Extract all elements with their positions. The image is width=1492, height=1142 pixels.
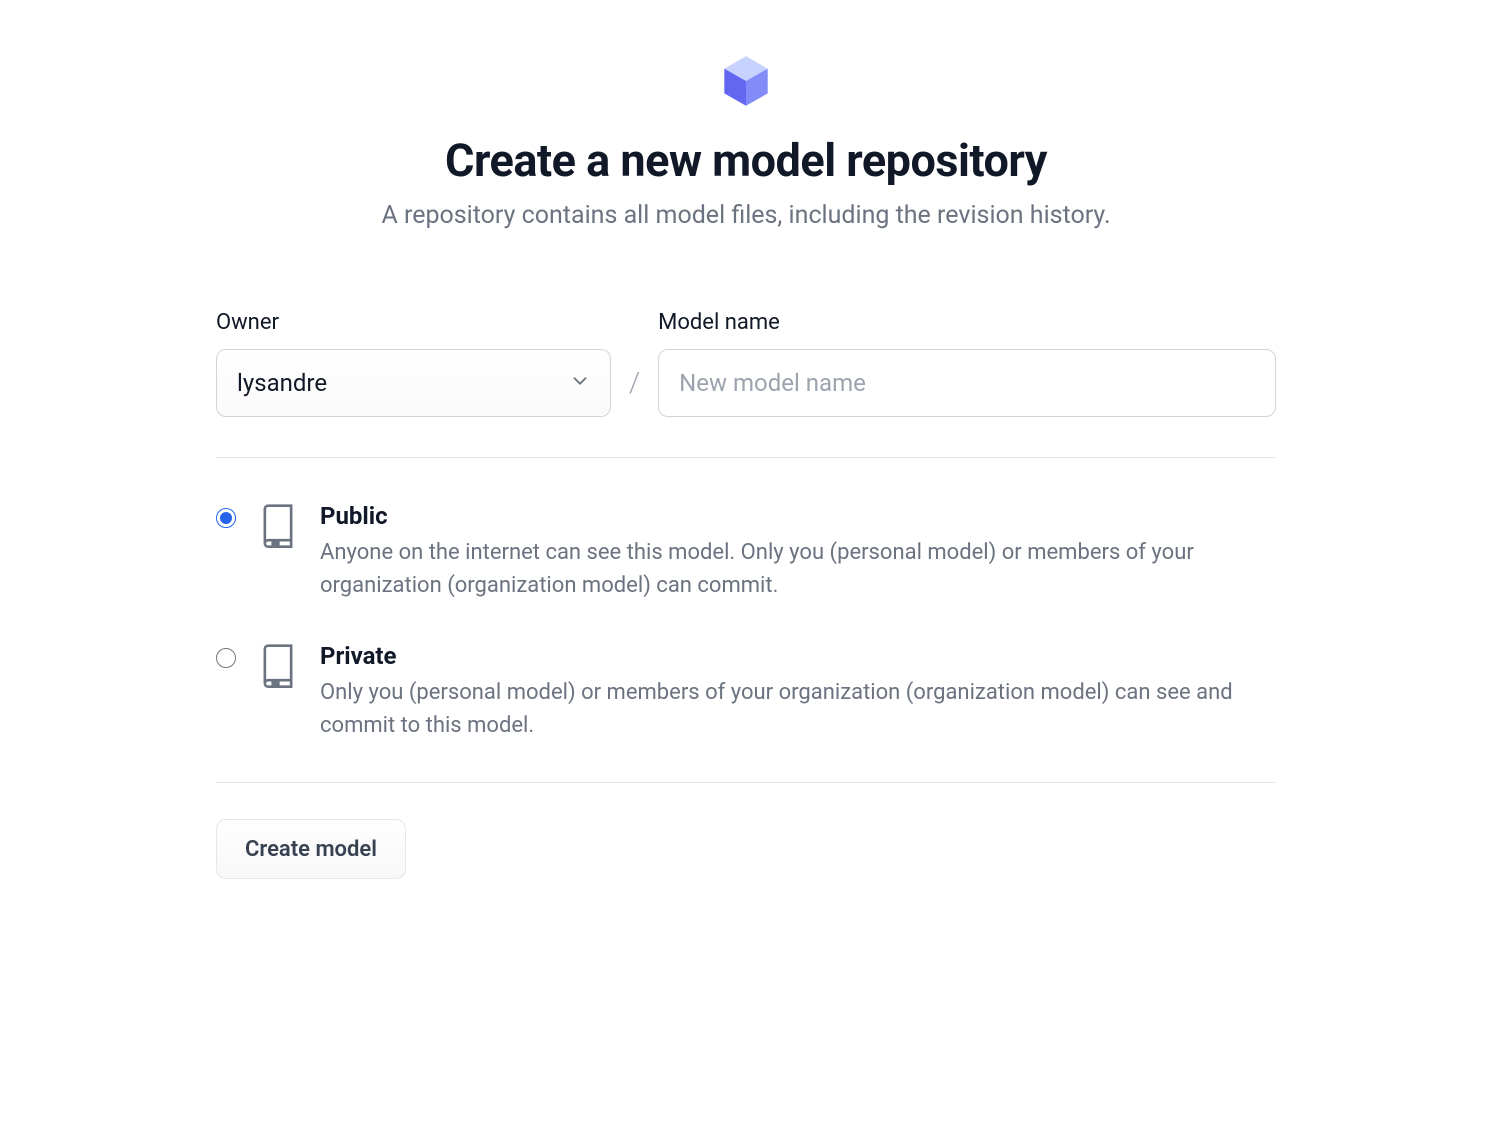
cube-icon bbox=[715, 50, 777, 116]
owner-select[interactable]: lysandre bbox=[216, 349, 611, 417]
page-title: Create a new model repository bbox=[216, 134, 1276, 187]
form-row: Owner lysandre / Model name bbox=[216, 310, 1276, 417]
page-header: Create a new model repository A reposito… bbox=[216, 50, 1276, 230]
visibility-option-public[interactable]: Public Anyone on the internet can see th… bbox=[216, 502, 1276, 602]
actions-row: Create model bbox=[216, 783, 1276, 879]
option-description: Only you (personal model) or members of … bbox=[320, 676, 1276, 742]
path-separator: / bbox=[629, 366, 640, 417]
model-name-label: Model name bbox=[658, 310, 1276, 335]
repo-public-icon bbox=[258, 504, 298, 554]
option-title: Public bbox=[320, 502, 1276, 530]
page-subtitle: A repository contains all model files, i… bbox=[216, 201, 1276, 230]
radio-private[interactable] bbox=[216, 648, 236, 668]
option-description: Anyone on the internet can see this mode… bbox=[320, 536, 1276, 602]
option-title: Private bbox=[320, 642, 1276, 670]
create-model-button[interactable]: Create model bbox=[216, 819, 406, 879]
visibility-section: Public Anyone on the internet can see th… bbox=[216, 458, 1276, 782]
model-name-input[interactable] bbox=[658, 349, 1276, 417]
repo-private-icon bbox=[258, 644, 298, 694]
visibility-option-private[interactable]: Private Only you (personal model) or mem… bbox=[216, 642, 1276, 742]
radio-public[interactable] bbox=[216, 508, 236, 528]
owner-label: Owner bbox=[216, 310, 611, 335]
